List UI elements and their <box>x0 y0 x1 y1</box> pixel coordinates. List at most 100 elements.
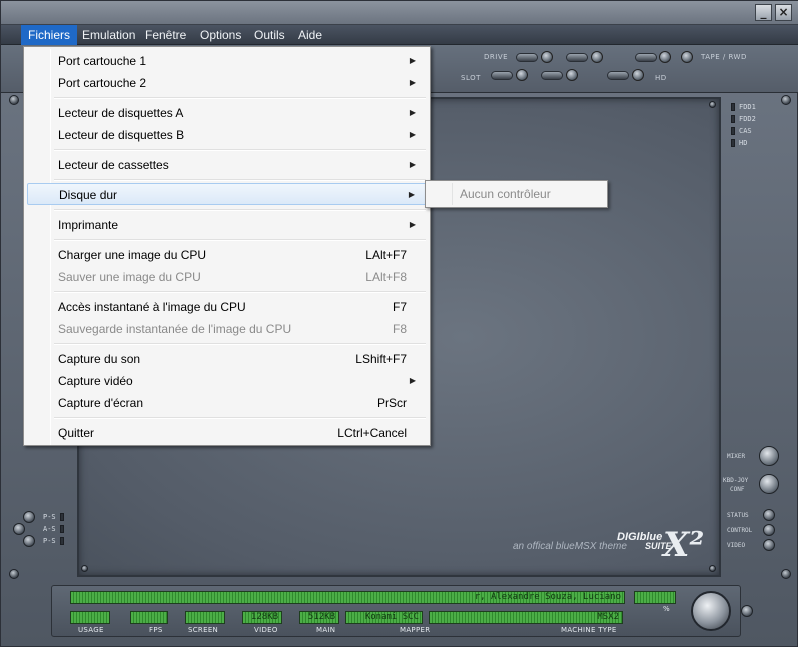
menu-item-label: Lecteur de cassettes <box>58 158 169 172</box>
screw-icon <box>781 95 791 105</box>
credits-ticker: r, Alexandre Souza, Luciano <box>70 591 625 604</box>
menu-separator <box>54 291 426 293</box>
led-indicator-icon <box>59 525 64 533</box>
hd-eject-button[interactable] <box>607 71 629 80</box>
submenu-arrow-icon: ▶ <box>409 130 416 139</box>
left-control-knob[interactable] <box>13 523 25 535</box>
led-label: P-S <box>43 537 56 545</box>
slot-label: SLOT <box>461 74 481 82</box>
slot-1-knob[interactable] <box>516 69 528 81</box>
menu-options[interactable]: Options <box>193 25 248 45</box>
submenu-arrow-icon: ▶ <box>409 108 416 117</box>
slot-2-eject-button[interactable] <box>541 71 563 80</box>
hd-label: HD <box>655 74 667 82</box>
power-button[interactable] <box>741 605 753 617</box>
volume-lcd <box>634 591 676 604</box>
slot-2-knob[interactable] <box>566 69 578 81</box>
menu-item-port-cartouche-1[interactable]: Port cartouche 1 ▶ <box>27 50 427 72</box>
menu-separator <box>54 209 426 211</box>
mapper-label: MAPPER <box>400 626 431 634</box>
menu-separator <box>54 97 426 99</box>
left-led-3: P-S <box>43 537 64 545</box>
volume-knob[interactable] <box>691 591 731 631</box>
usage-label: USAGE <box>78 626 104 634</box>
menu-item-label: Sauver une image du CPU <box>58 270 201 284</box>
mixer-button[interactable] <box>759 446 779 466</box>
kbd-joy-config-button[interactable] <box>759 474 779 494</box>
led-label: FDD2 <box>739 115 756 123</box>
menu-fenetre[interactable]: Fenêtre <box>138 25 193 45</box>
led-fdd2: FDD2 <box>731 115 756 125</box>
menu-item-sauvegarde-instantanee: Sauvegarde instantanée de l'image du CPU… <box>27 318 427 340</box>
menu-fichiers[interactable]: Fichiers <box>21 25 78 45</box>
bluemsx-window: _ × Fichiers Emulation Fenêtre Options O… <box>0 0 798 647</box>
led-indicator-icon <box>731 103 735 111</box>
video-mem-label: VIDEO <box>254 626 278 634</box>
tape-rewind-knob[interactable] <box>681 51 693 63</box>
menu-separator <box>54 343 426 345</box>
menu-item-disquettes-a[interactable]: Lecteur de disquettes A ▶ <box>27 102 427 124</box>
menu-item-capture-son[interactable]: Capture du son LShift+F7 <box>27 348 427 370</box>
drive-a-eject-button[interactable] <box>516 53 538 62</box>
menu-item-capture-ecran[interactable]: Capture d'écran PrScr <box>27 392 427 414</box>
status-button[interactable] <box>763 509 775 521</box>
machine-type-lcd: MSX2 <box>429 611 623 624</box>
logo-x2-icon: X² <box>663 525 705 565</box>
control-button[interactable] <box>763 524 775 536</box>
drive-b-knob[interactable] <box>591 51 603 63</box>
menu-item-shortcut: LAlt+F8 <box>365 270 407 284</box>
video-button[interactable] <box>763 539 775 551</box>
submenu-arrow-icon: ▶ <box>409 220 416 229</box>
left-led-1: P-S <box>43 513 64 521</box>
menu-separator <box>54 239 426 241</box>
menu-item-imprimante[interactable]: Imprimante ▶ <box>27 214 427 236</box>
mapper-lcd: Konami SCC <box>345 611 423 624</box>
menu-item-label: Imprimante <box>58 218 119 232</box>
tape-eject-button[interactable] <box>635 53 657 62</box>
led-indicator-icon <box>731 115 735 123</box>
led-label: HD <box>739 139 748 147</box>
fps-lcd <box>130 611 168 624</box>
menu-item-cassettes[interactable]: Lecteur de cassettes ▶ <box>27 154 427 176</box>
menu-emulation[interactable]: Emulation <box>75 25 142 45</box>
minimize-button[interactable]: _ <box>755 4 772 21</box>
menu-bar: Fichiers Emulation Fenêtre Options Outil… <box>1 25 798 45</box>
menu-item-port-cartouche-2[interactable]: Port cartouche 2 ▶ <box>27 72 427 94</box>
drive-a-knob[interactable] <box>541 51 553 63</box>
left-control-knob[interactable] <box>23 535 35 547</box>
menu-item-label: Capture vidéo <box>58 374 133 388</box>
hd-knob[interactable] <box>632 69 644 81</box>
theme-tagline: an offical blueMSX theme <box>513 541 627 552</box>
menu-item-capture-video[interactable]: Capture vidéo ▶ <box>27 370 427 392</box>
machine-type-label: MACHINE TYPE <box>561 626 617 634</box>
led-indicator-icon <box>59 513 64 521</box>
fps-label: FPS <box>149 626 163 634</box>
submenu-arrow-icon: ▶ <box>408 190 415 199</box>
slot-1-eject-button[interactable] <box>491 71 513 80</box>
menu-item-disquettes-b[interactable]: Lecteur de disquettes B ▶ <box>27 124 427 146</box>
tape-knob[interactable] <box>659 51 671 63</box>
menu-item-acces-instantane[interactable]: Accès instantané à l'image du CPU F7 <box>27 296 427 318</box>
menu-aide[interactable]: Aide <box>291 25 329 45</box>
screw-icon <box>9 569 19 579</box>
screw-icon <box>81 565 88 572</box>
menu-item-shortcut: F8 <box>392 322 407 336</box>
mixer-label: MIXER <box>727 453 746 460</box>
menu-outils[interactable]: Outils <box>247 25 292 45</box>
main-mem-lcd: 512KB <box>299 611 339 624</box>
status-bar: r, Alexandre Souza, Luciano % USAGE FPS … <box>51 585 741 637</box>
menu-item-shortcut: LAlt+F7 <box>365 248 407 262</box>
drive-b-eject-button[interactable] <box>566 53 588 62</box>
menu-separator <box>54 179 426 181</box>
menu-item-label: Charger une image du CPU <box>58 248 207 262</box>
screw-icon <box>709 101 716 108</box>
left-control-knob[interactable] <box>23 511 35 523</box>
title-bar: _ × <box>1 1 798 25</box>
menu-item-quitter[interactable]: Quitter LCtrl+Cancel <box>27 422 427 444</box>
led-label: A-S <box>43 525 56 533</box>
menu-item-charger-image-cpu[interactable]: Charger une image du CPU LAlt+F7 <box>27 244 427 266</box>
menu-item-shortcut: F7 <box>392 300 407 314</box>
close-button[interactable]: × <box>775 4 792 21</box>
menu-item-disque-dur[interactable]: Disque dur ▶ <box>27 183 427 205</box>
kbd-joy-label: KBD-JOY <box>723 477 749 484</box>
